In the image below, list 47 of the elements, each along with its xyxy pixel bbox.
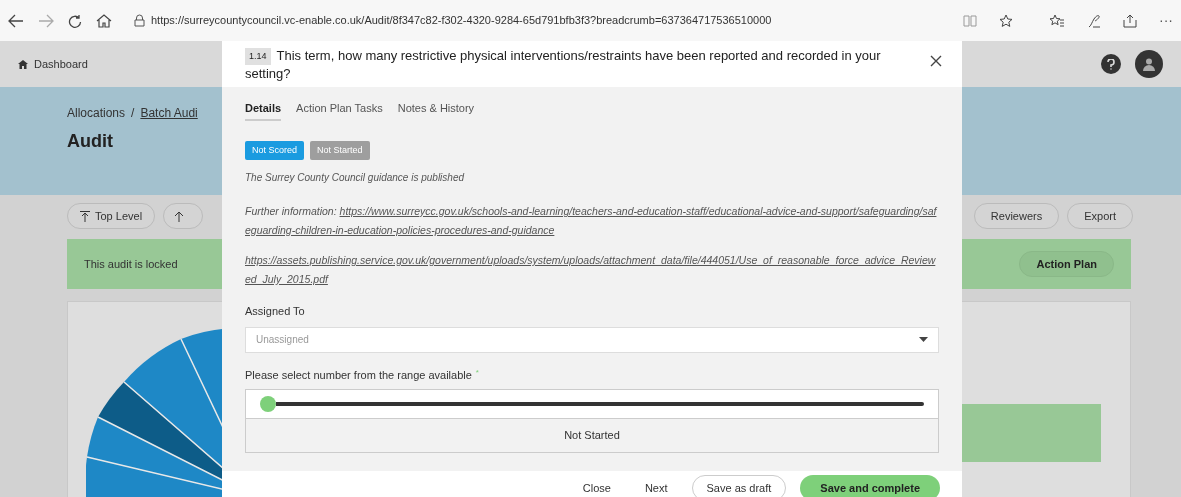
slider-thumb[interactable]	[260, 396, 276, 412]
avatar-icon[interactable]	[1135, 50, 1163, 78]
question-number: 1.14	[245, 48, 271, 65]
dashboard-link[interactable]: Dashboard	[18, 55, 88, 73]
url-field[interactable]: https://surreycountycouncil.vc-enable.co.uk/Audit/8f347c82-f302-4320-9284-65d791bfb3f3?breadcrumb=637364717536510000	[151, 12, 772, 29]
breadcrumb-separator: /	[131, 105, 135, 122]
up-button[interactable]	[163, 203, 204, 229]
top-level-icon	[80, 210, 90, 222]
back-icon[interactable]	[8, 13, 24, 28]
top-level-button[interactable]: Top Level	[67, 203, 156, 229]
favorites-icon[interactable]	[1049, 13, 1065, 28]
question-title: 1.14 This term, how many restrictive physical interventions/restraints have been reported and recorded in your setting?	[245, 47, 882, 82]
guidance-text: The Surrey County Council guidance is published	[245, 171, 466, 185]
range-label: Please select number from the range available	[245, 367, 472, 383]
more-button[interactable]: ···	[1159, 10, 1173, 31]
footer-button[interactable]: Close	[572, 475, 621, 497]
required-mark: *	[475, 366, 479, 379]
star-icon[interactable]	[999, 13, 1013, 28]
lock-message: This audit is locked	[84, 256, 178, 272]
home-icon[interactable]	[96, 13, 112, 28]
status-badge: Not Started	[310, 140, 370, 160]
help-icon[interactable]	[1101, 54, 1121, 74]
dialog-tab[interactable]: Notes & History	[397, 100, 475, 121]
toolbar-button[interactable]: Export	[1067, 203, 1133, 229]
status-badge: Not Scored	[245, 140, 305, 160]
share-icon[interactable]	[1123, 13, 1137, 28]
attachment-link[interactable]: https://assets.publishing.service.gov.uk/government/uploads/system/uploads/attachment_data/file/444051/Use_of_reasonable_force_advice_Reviewed_July_2015.pdf	[245, 251, 939, 289]
footer-button[interactable]: Save and complete	[800, 475, 940, 497]
caret-icon	[919, 337, 928, 342]
close-icon[interactable]	[930, 55, 942, 67]
select-placeholder: Unassigned	[256, 333, 309, 347]
refresh-icon[interactable]	[68, 13, 82, 28]
up-arrow-icon	[174, 210, 185, 222]
page-title: Audit	[67, 130, 113, 153]
toolbar-button[interactable]: Reviewers	[973, 203, 1060, 229]
dialog-tab[interactable]: Action Plan Tasks	[296, 100, 383, 121]
further-information-text: Further information: https://www.surreycc.gov.uk/schools-and-learning/teachers-and-education-staff/educational-advice-and-support/safeguarding/safeguarding-children-in-education-policies-procedures-and-guidance	[245, 204, 939, 238]
breadcrumb-link[interactable]: Batch Audi	[140, 104, 198, 122]
assigned-to-label: Assigned To	[245, 304, 306, 319]
footer-button[interactable]: Next	[634, 475, 678, 497]
breadcrumb-link[interactable]: Allocations	[67, 104, 126, 122]
home-icon	[18, 59, 28, 69]
pen-icon[interactable]	[1087, 13, 1101, 28]
action-plan-button[interactable]: Action Plan	[1019, 251, 1114, 277]
slider-track[interactable]	[276, 402, 924, 406]
dialog-tab[interactable]: Details	[245, 100, 282, 121]
lock-icon	[134, 14, 145, 27]
